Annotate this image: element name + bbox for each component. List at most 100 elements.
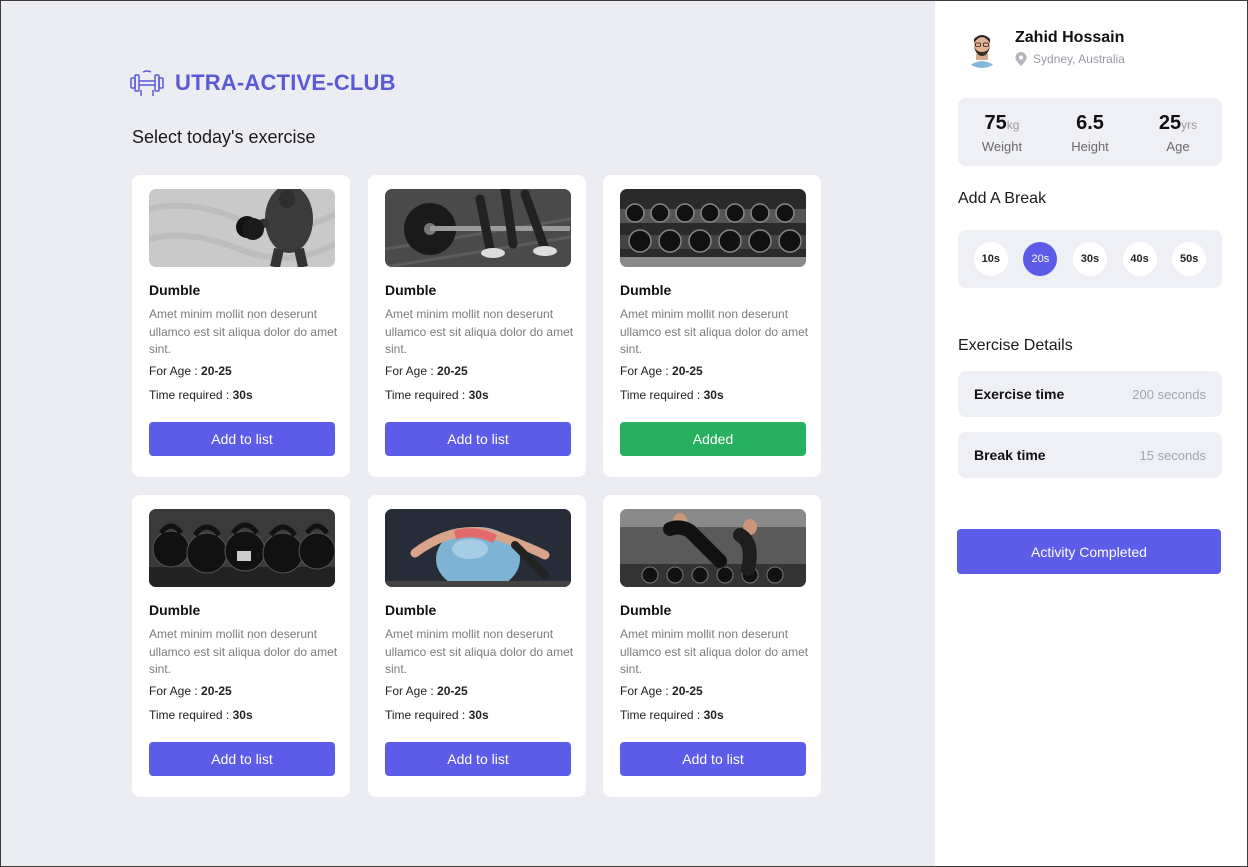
card-age: For Age : 20-25 — [620, 364, 703, 378]
card-title: Dumble — [385, 602, 437, 618]
dumbbell-icon — [130, 70, 164, 96]
age-label: For Age : — [385, 364, 438, 378]
details-section-title: Exercise Details — [958, 337, 1073, 354]
add-to-list-button[interactable]: Add to list — [149, 422, 335, 456]
card-description: Amet minim mollit non deserunt ullamco e… — [149, 627, 338, 676]
stat-value: 6.5 — [1076, 112, 1104, 134]
break-option-30s[interactable]: 30s — [1072, 242, 1107, 276]
age-value: 20-25 — [201, 364, 232, 378]
card-description: Amet minim mollit non deserunt ullamco e… — [620, 627, 809, 676]
break-time-label: Break time — [974, 447, 1046, 463]
stat-age: 25yrs Age — [1134, 98, 1222, 166]
age-value: 20-25 — [437, 364, 468, 378]
section-title: Select today's exercise — [132, 127, 316, 147]
card-title: Dumble — [620, 602, 672, 618]
exercise-image — [149, 509, 335, 587]
stat-unit: yrs — [1181, 118, 1198, 132]
sidebar: Zahid Hossain Sydney, Australia 75kg Wei… — [935, 1, 1246, 866]
time-value: 30s — [468, 388, 489, 402]
add-to-list-button[interactable]: Add to list — [620, 742, 806, 776]
stat-height: 6.5 Height — [1046, 98, 1134, 166]
profile-name: Zahid Hossain — [1015, 28, 1125, 46]
exercise-image — [385, 509, 571, 587]
stat-label: Age — [1166, 139, 1190, 154]
break-option-20s[interactable]: 20s — [1023, 242, 1058, 276]
break-time-row: Break time 15 seconds — [958, 432, 1222, 478]
exercise-card: Dumble Amet minim mollit non deserunt ull… — [132, 495, 350, 797]
card-description: Amet minim mollit non deserunt ullamco e… — [620, 307, 809, 356]
break-option-10s[interactable]: 10s — [973, 242, 1008, 276]
card-age: For Age : 20-25 — [620, 684, 703, 698]
stat-value: 25 — [1158, 112, 1182, 134]
card-time: Time required : 30s — [385, 388, 489, 402]
break-options: 10s 20s 30s 40s 50s — [958, 230, 1222, 288]
exercise-card: Dumble Amet minim mollit non deserunt ull… — [368, 495, 586, 797]
card-title: Dumble — [620, 282, 672, 298]
card-title: Dumble — [385, 282, 437, 298]
card-time: Time required : 30s — [620, 708, 724, 722]
exercise-image — [149, 189, 335, 267]
exercise-time-label: Exercise time — [974, 386, 1065, 402]
time-label: Time required : — [620, 388, 704, 402]
exercise-card: Dumble Amet minim mollit non deserunt ull… — [603, 495, 821, 797]
stat-weight: 75kg Weight — [958, 98, 1046, 166]
break-option-40s[interactable]: 40s — [1122, 242, 1157, 276]
time-label: Time required : — [620, 708, 704, 722]
main-panel: UTRA-ACTIVE-CLUB Select today's exercise… — [1, 1, 935, 866]
brand-name: UTRA-ACTIVE-CLUB — [175, 70, 396, 95]
stat-label: Height — [1071, 139, 1109, 154]
card-description: Amet minim mollit non deserunt ullamco e… — [385, 627, 574, 676]
activity-completed-button[interactable]: Activity Completed — [957, 529, 1221, 574]
age-label: For Age : — [385, 684, 438, 698]
break-section-title: Add A Break — [958, 190, 1047, 207]
card-title: Dumble — [149, 282, 201, 298]
added-button[interactable]: Added — [620, 422, 806, 456]
card-age: For Age : 20-25 — [149, 684, 232, 698]
age-label: For Age : — [149, 364, 202, 378]
card-age: For Age : 20-25 — [149, 364, 232, 378]
avatar — [961, 26, 1003, 68]
exercise-image — [620, 189, 806, 267]
card-time: Time required : 30s — [385, 708, 489, 722]
time-value: 30s — [232, 708, 253, 722]
time-label: Time required : — [385, 708, 469, 722]
card-age: For Age : 20-25 — [385, 364, 468, 378]
time-label: Time required : — [149, 708, 233, 722]
card-description: Amet minim mollit non deserunt ullamco e… — [149, 307, 338, 356]
card-title: Dumble — [149, 602, 201, 618]
add-to-list-button[interactable]: Add to list — [149, 742, 335, 776]
age-label: For Age : — [620, 364, 673, 378]
exercise-card: Dumble Amet minim mollit non deserunt ull… — [603, 175, 821, 477]
profile: Zahid Hossain Sydney, Australia — [961, 26, 1125, 68]
exercise-image — [620, 509, 806, 587]
stat-unit: kg — [1006, 118, 1020, 132]
time-value: 30s — [468, 708, 489, 722]
time-label: Time required : — [385, 388, 469, 402]
age-value: 20-25 — [201, 684, 232, 698]
profile-location: Sydney, Australia — [1015, 51, 1125, 66]
card-description: Amet minim mollit non deserunt ullamco e… — [385, 307, 574, 356]
age-value: 20-25 — [437, 684, 468, 698]
location-pin-icon — [1015, 51, 1027, 66]
add-to-list-button[interactable]: Add to list — [385, 422, 571, 456]
exercise-time-row: Exercise time 200 seconds — [958, 371, 1222, 417]
exercise-card: Dumble Amet minim mollit non deserunt ull… — [132, 175, 350, 477]
time-value: 30s — [703, 708, 724, 722]
card-time: Time required : 30s — [149, 388, 253, 402]
age-label: For Age : — [149, 684, 202, 698]
card-time: Time required : 30s — [620, 388, 724, 402]
time-label: Time required : — [149, 388, 233, 402]
card-age: For Age : 20-25 — [385, 684, 468, 698]
exercise-image — [385, 189, 571, 267]
card-time: Time required : 30s — [149, 708, 253, 722]
age-value: 20-25 — [672, 684, 703, 698]
location-text: Sydney, Australia — [1033, 51, 1125, 66]
exercise-time-value: 200 seconds — [1132, 386, 1206, 402]
stat-value: 75 — [984, 112, 1007, 134]
break-time-value: 15 seconds — [1139, 447, 1207, 463]
time-value: 30s — [703, 388, 724, 402]
add-to-list-button[interactable]: Add to list — [385, 742, 571, 776]
brand: UTRA-ACTIVE-CLUB — [129, 69, 396, 97]
break-option-50s[interactable]: 50s — [1172, 242, 1207, 276]
age-value: 20-25 — [672, 364, 703, 378]
